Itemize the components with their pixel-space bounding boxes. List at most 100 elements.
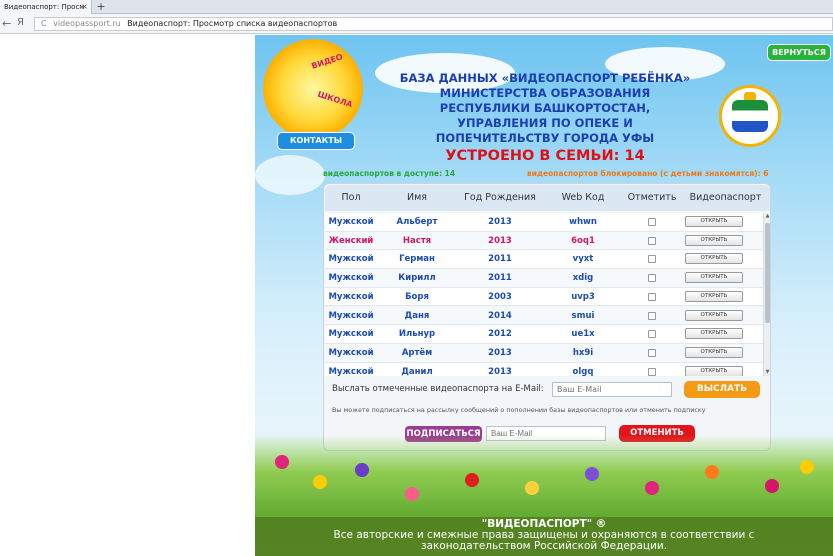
close-tab-icon[interactable]: × bbox=[81, 0, 88, 14]
footer: "ВИДЕОПАСПОРТ" ® Все авторские и смежные… bbox=[255, 517, 833, 556]
scroll-down-arrow-icon[interactable]: ▼ bbox=[764, 369, 771, 376]
cell-year: 2013 bbox=[488, 347, 512, 358]
column-header-year[interactable]: Год Рождения bbox=[457, 185, 543, 211]
cell-webcode: whwn bbox=[569, 217, 597, 227]
flower-decoration bbox=[275, 455, 289, 469]
column-header-gender[interactable]: Пол bbox=[325, 185, 377, 211]
table-row: Мужской Данил 2013 olgq ОТКРЫТЬ bbox=[325, 362, 763, 376]
emblem-crown bbox=[744, 92, 756, 100]
cell-year: 2013 bbox=[488, 217, 512, 227]
tab-title: Видеопаспорт: Просм bbox=[4, 3, 85, 11]
cell-webcode: ue1x bbox=[571, 329, 595, 340]
logo-text-bottom: ШКОЛА bbox=[316, 89, 354, 110]
table-row: Мужской Герман 2011 vyxt ОТКРЫТЬ bbox=[325, 250, 763, 270]
mark-checkbox[interactable] bbox=[648, 236, 656, 245]
open-videopassport-button[interactable]: ОТКРЫТЬ bbox=[685, 290, 743, 302]
coat-of-arms-icon bbox=[719, 85, 781, 147]
open-videopassport-button[interactable]: ОТКРЫТЬ bbox=[685, 309, 743, 321]
open-videopassport-button[interactable]: ОТКРЫТЬ bbox=[685, 234, 743, 246]
cell-year: 2011 bbox=[488, 254, 512, 265]
flower-decoration bbox=[313, 475, 327, 489]
cell-name: Альберт bbox=[396, 217, 438, 227]
yandex-icon[interactable]: Я bbox=[17, 17, 24, 28]
open-videopassport-button[interactable]: ОТКРЫТЬ bbox=[685, 216, 743, 227]
passport-table-panel: Пол Имя Год Рождения Web Код Отметить Ви… bbox=[323, 183, 771, 451]
scroll-thumb[interactable] bbox=[765, 223, 770, 323]
mark-checkbox[interactable] bbox=[648, 255, 656, 264]
table-scrollbar[interactable]: ▲ ▼ bbox=[763, 213, 770, 376]
column-header-name[interactable]: Имя bbox=[377, 185, 457, 211]
cell-gender: Женский bbox=[328, 235, 374, 246]
table-row: Мужской Артём 2013 hx9i ОТКРЫТЬ bbox=[325, 343, 763, 363]
flower-decoration bbox=[525, 481, 539, 495]
cell-name: Кирилл bbox=[398, 273, 436, 284]
table-body: Мужской Альберт 2013 whwn ОТКРЫТЬ Женский Наст… bbox=[325, 213, 763, 376]
cell-webcode: hx9i bbox=[572, 347, 594, 358]
back-button[interactable]: ВЕРНУТЬСЯ bbox=[767, 44, 831, 61]
cell-gender: Мужской bbox=[328, 273, 374, 284]
video-school-logo: ВИДЕО ШКОЛА bbox=[263, 39, 363, 139]
flower-decoration bbox=[405, 487, 419, 501]
mark-checkbox[interactable] bbox=[648, 348, 656, 357]
mark-checkbox[interactable] bbox=[648, 330, 656, 339]
cell-gender: Мужской bbox=[328, 329, 374, 340]
emblem-flag bbox=[732, 100, 768, 132]
available-count: видеопаспортов в доступе: 14 bbox=[323, 169, 456, 178]
subscribe-note: Вы можете подписаться на рассылку сообще… bbox=[332, 406, 706, 414]
mark-checkbox[interactable] bbox=[648, 311, 656, 320]
cell-gender: Мужской bbox=[328, 291, 374, 302]
cell-name: Настя bbox=[402, 235, 432, 246]
logo-text-top: ВИДЕО bbox=[310, 52, 344, 71]
url-field[interactable]: C videopassport.ru Видеопаспорт: Просмот… bbox=[34, 17, 833, 31]
mark-checkbox[interactable] bbox=[648, 292, 656, 301]
cell-webcode: uvp3 bbox=[571, 291, 595, 302]
cell-name: Данил bbox=[401, 366, 433, 376]
footer-copyright-line2: законодательством Российской Федерации. bbox=[420, 540, 668, 552]
adopted-count: УСТРОЕНО В СЕМЬИ: 14 bbox=[445, 148, 645, 164]
mark-checkbox[interactable] bbox=[648, 218, 656, 226]
address-bar: ← Я C videopassport.ru Видеопаспорт: Про… bbox=[0, 14, 833, 34]
new-tab-button[interactable]: + bbox=[94, 1, 108, 13]
table-header: Пол Имя Год Рождения Web Код Отметить Ви… bbox=[325, 185, 770, 211]
cell-year: 2013 bbox=[488, 366, 512, 376]
column-header-webcode[interactable]: Web Код bbox=[543, 185, 623, 211]
mark-checkbox[interactable] bbox=[648, 367, 656, 376]
send-email-label: Выслать отмеченные видеопаспорта на E-Ma… bbox=[332, 384, 544, 394]
browser-tab[interactable]: Видеопаспорт: Просм × bbox=[0, 0, 92, 14]
table-row: Мужской Ильнур 2012 ue1x ОТКРЫТЬ bbox=[325, 325, 763, 344]
page-content: ВИДЕО ШКОЛА ВЕРНУТЬСЯ КОНТАКТЫ БАЗА ДАНН… bbox=[255, 35, 833, 556]
cell-name: Артём bbox=[401, 347, 433, 358]
open-videopassport-button[interactable]: ОТКРЫТЬ bbox=[685, 253, 743, 265]
open-videopassport-button[interactable]: ОТКРЫТЬ bbox=[685, 365, 743, 376]
mark-checkbox[interactable] bbox=[648, 274, 656, 283]
send-email-input[interactable] bbox=[552, 382, 672, 397]
table-row: Мужской Альберт 2013 whwn ОТКРЫТЬ bbox=[325, 213, 763, 232]
scroll-up-arrow-icon[interactable]: ▲ bbox=[764, 213, 771, 220]
tab-bar: Видеопаспорт: Просм × + bbox=[0, 0, 833, 14]
cell-webcode: 6oq1 bbox=[571, 235, 595, 246]
table-row: Мужской Кирилл 2011 xdig ОТКРЫТЬ bbox=[325, 269, 763, 288]
cell-webcode: vyxt bbox=[572, 254, 594, 265]
contacts-button[interactable]: КОНТАКТЫ bbox=[277, 132, 355, 150]
cloud-decoration bbox=[255, 155, 325, 195]
cell-gender: Мужской bbox=[328, 347, 374, 358]
back-arrow-icon[interactable]: ← bbox=[2, 17, 11, 30]
cell-year: 2012 bbox=[488, 329, 512, 340]
cell-year: 2011 bbox=[488, 273, 512, 284]
send-button[interactable]: ВЫСЛАТЬ bbox=[684, 381, 760, 398]
column-header-mark: Отметить bbox=[627, 192, 677, 203]
cell-gender: Мужской bbox=[328, 310, 374, 321]
cell-name: Ильнур bbox=[398, 329, 436, 340]
column-header-videopassport: Видеопаспорт bbox=[689, 192, 762, 203]
cell-gender: Мужской bbox=[328, 366, 374, 376]
cell-year: 2014 bbox=[488, 310, 512, 321]
open-videopassport-button[interactable]: ОТКРЫТЬ bbox=[685, 346, 743, 358]
open-videopassport-button[interactable]: ОТКРЫТЬ bbox=[685, 328, 743, 340]
reload-icon[interactable]: C bbox=[41, 19, 47, 28]
table-row: Женский Настя 2013 6oq1 ОТКРЫТЬ bbox=[325, 231, 763, 251]
cell-webcode: xdig bbox=[572, 273, 594, 284]
open-videopassport-button[interactable]: ОТКРЫТЬ bbox=[685, 272, 743, 284]
flower-decoration bbox=[705, 465, 719, 479]
flower-decoration bbox=[355, 463, 369, 477]
cell-name: Герман bbox=[399, 254, 435, 265]
